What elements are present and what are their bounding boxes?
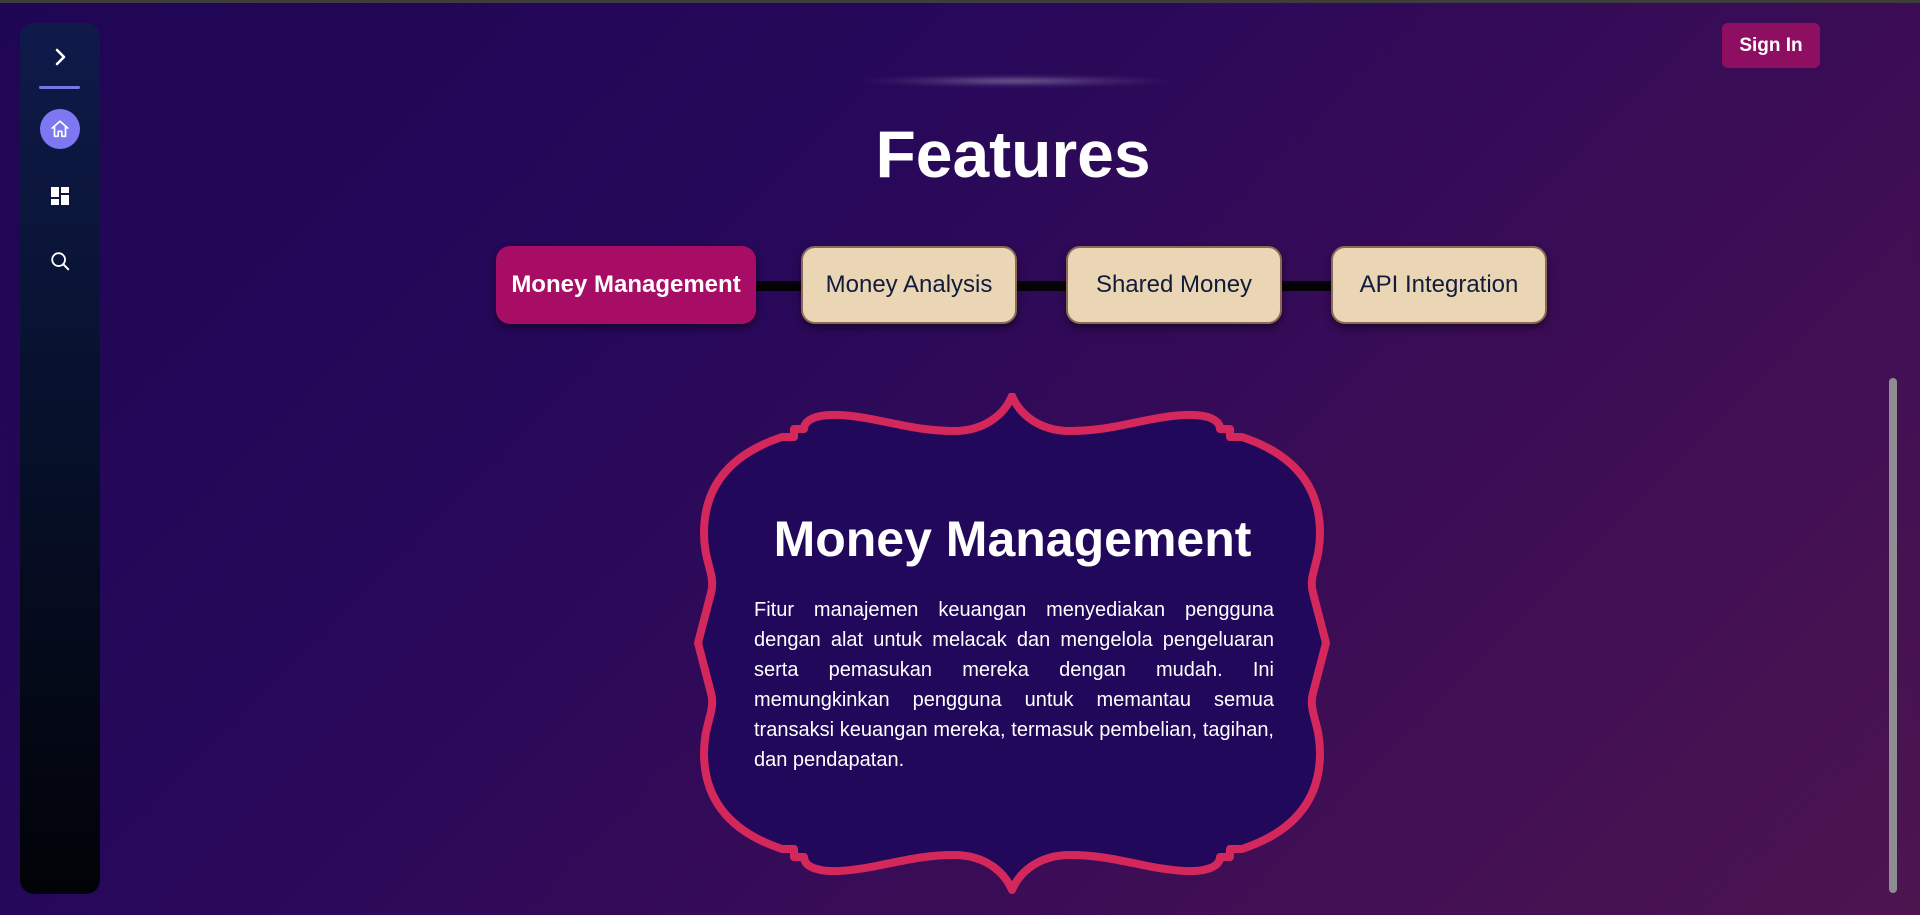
tab-money-management[interactable]: Money Management bbox=[496, 246, 756, 324]
sidebar-item-search[interactable] bbox=[40, 241, 80, 281]
chevron-right-icon bbox=[55, 48, 66, 66]
sidebar-toggle-button[interactable] bbox=[44, 41, 76, 73]
tab-shared-money[interactable]: Shared Money bbox=[1066, 246, 1282, 324]
tab-money-analysis[interactable]: Money Analysis bbox=[801, 246, 1017, 324]
scrollbar-thumb[interactable] bbox=[1889, 378, 1897, 893]
browser-top-border bbox=[0, 0, 1920, 3]
sidebar-divider bbox=[39, 86, 80, 89]
heading-glow bbox=[860, 76, 1170, 86]
tab-connector bbox=[1281, 281, 1331, 291]
feature-tabs: Money Management Money Analysis Shared M… bbox=[496, 246, 1552, 326]
tab-connector bbox=[1016, 281, 1066, 291]
tab-api-integration[interactable]: API Integration bbox=[1331, 246, 1547, 324]
search-icon bbox=[51, 252, 70, 271]
card-description: Fitur manajemen keuangan menyediakan pen… bbox=[754, 599, 1274, 771]
card-title: Money Management bbox=[773, 511, 1252, 567]
sign-in-button[interactable]: Sign In bbox=[1722, 23, 1820, 68]
tab-connector bbox=[756, 281, 801, 291]
page-title: Features bbox=[875, 117, 1151, 191]
